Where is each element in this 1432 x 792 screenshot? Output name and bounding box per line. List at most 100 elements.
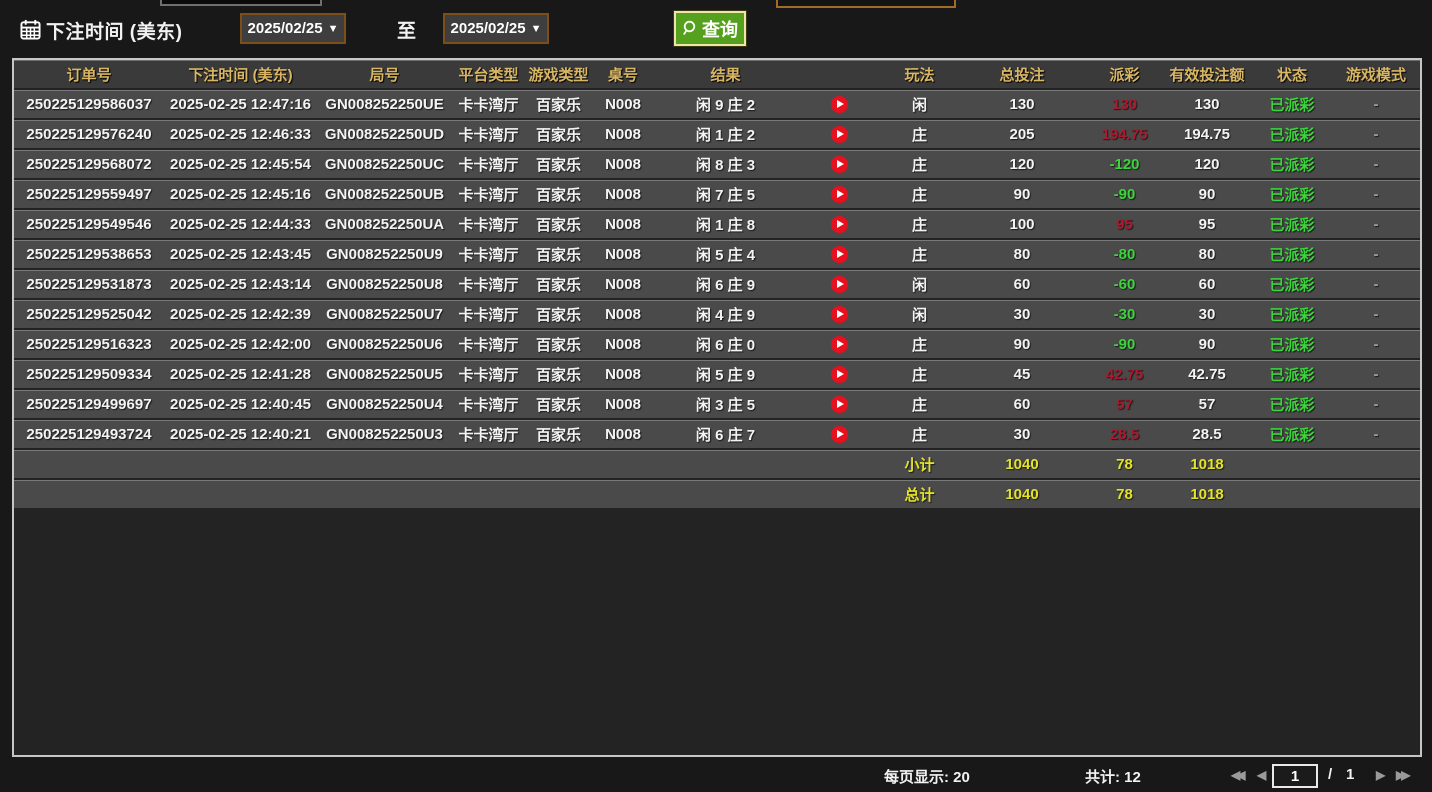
play-triangle xyxy=(837,340,844,348)
cell-bet_time: 2025-02-25 12:46:33 xyxy=(164,120,317,148)
cell-status: 已派彩 xyxy=(1252,300,1332,328)
table-row: 2502251295594972025-02-25 12:45:16GN0082… xyxy=(14,180,1420,208)
cell-replay xyxy=(797,240,882,268)
replay-play-icon[interactable] xyxy=(831,426,848,443)
play-triangle xyxy=(837,160,844,168)
cell-mode: - xyxy=(1332,390,1420,418)
cell-game_type: 百家乐 xyxy=(525,90,592,118)
cell-result: 闲 1 庄 8 xyxy=(654,210,797,238)
play-triangle xyxy=(837,220,844,228)
cell-payout: -60 xyxy=(1087,270,1162,298)
replay-play-icon[interactable] xyxy=(831,306,848,323)
cell-table_no: N008 xyxy=(592,210,654,238)
bet-records-table-container: 订单号下注时间 (美东)局号平台类型游戏类型桌号结果玩法总投注派彩有效投注额状态… xyxy=(12,58,1422,757)
cell-game_type: 百家乐 xyxy=(525,390,592,418)
table-row: 2502251295318732025-02-25 12:43:14GN0082… xyxy=(14,270,1420,298)
cell-platform: 卡卡湾厅 xyxy=(452,120,525,148)
play-triangle xyxy=(837,400,844,408)
cell-bet_time: 2025-02-25 12:45:16 xyxy=(164,180,317,208)
query-button[interactable]: 查询 xyxy=(674,11,746,46)
cell-round_id: GN008252250UB xyxy=(317,180,452,208)
cell-order_id: 250225129568072 xyxy=(14,150,164,178)
cell-payout: -80 xyxy=(1087,240,1162,268)
cell-result: 闲 5 庄 9 xyxy=(654,360,797,388)
cell-payout: -30 xyxy=(1087,300,1162,328)
cell-round_id: GN008252250U8 xyxy=(317,270,452,298)
subtotal-row-payout: 78 xyxy=(1087,450,1162,478)
cell-total_bet: 80 xyxy=(957,240,1087,268)
cell-valid_bet: 90 xyxy=(1162,180,1252,208)
cell-total_bet: 205 xyxy=(957,120,1087,148)
pagination-bar: 每页显示: 20 共计: 12 ◀◀ ◀ / 1 ▶ ▶▶ xyxy=(0,760,1432,792)
table-row: 2502251295495462025-02-25 12:44:33GN0082… xyxy=(14,210,1420,238)
replay-play-icon[interactable] xyxy=(831,246,848,263)
cell-status: 已派彩 xyxy=(1252,270,1332,298)
cell-round_id: GN008252250U6 xyxy=(317,330,452,358)
cell-game_type: 百家乐 xyxy=(525,180,592,208)
previous-page-icon[interactable]: ◀ xyxy=(1257,768,1266,782)
cell-mode: - xyxy=(1332,120,1420,148)
table-row: 2502251294996972025-02-25 12:40:45GN0082… xyxy=(14,390,1420,418)
cell-table_no: N008 xyxy=(592,180,654,208)
cell-status: 已派彩 xyxy=(1252,180,1332,208)
total-row-valid-bet: 1018 xyxy=(1162,480,1252,508)
totals-spacer xyxy=(14,450,882,478)
cell-replay xyxy=(797,90,882,118)
cell-status: 已派彩 xyxy=(1252,330,1332,358)
replay-play-icon[interactable] xyxy=(831,96,848,113)
play-triangle xyxy=(837,280,844,288)
play-triangle xyxy=(837,430,844,438)
date-to-select[interactable]: 2025/02/25 ▼ xyxy=(443,13,549,44)
cell-payout: 95 xyxy=(1087,210,1162,238)
cell-table_no: N008 xyxy=(592,150,654,178)
column-header-payout: 派彩 xyxy=(1087,60,1162,88)
cell-replay xyxy=(797,180,882,208)
first-page-icon[interactable]: ◀◀ xyxy=(1231,768,1241,782)
cell-round_id: GN008252250UA xyxy=(317,210,452,238)
total-count-label: 共计: 12 xyxy=(1085,766,1141,787)
cell-game_type: 百家乐 xyxy=(525,300,592,328)
cell-mode: - xyxy=(1332,270,1420,298)
replay-play-icon[interactable] xyxy=(831,216,848,233)
replay-play-icon[interactable] xyxy=(831,156,848,173)
replay-play-icon[interactable] xyxy=(831,366,848,383)
replay-play-icon[interactable] xyxy=(831,336,848,353)
column-header-total_bet: 总投注 xyxy=(957,60,1087,88)
column-header-bet_time: 下注时间 (美东) xyxy=(164,60,317,88)
cell-payout: 42.75 xyxy=(1087,360,1162,388)
cell-mode: - xyxy=(1332,150,1420,178)
date-from-select[interactable]: 2025/02/25 ▼ xyxy=(240,13,346,44)
cell-round_id: GN008252250UC xyxy=(317,150,452,178)
cell-round_id: GN008252250U5 xyxy=(317,360,452,388)
page-separator: / xyxy=(1328,766,1332,783)
cell-table_no: N008 xyxy=(592,390,654,418)
page-number-input[interactable] xyxy=(1272,764,1318,788)
last-page-icon[interactable]: ▶▶ xyxy=(1396,768,1406,782)
cell-platform: 卡卡湾厅 xyxy=(452,180,525,208)
cell-platform: 卡卡湾厅 xyxy=(452,270,525,298)
cell-order_id: 250225129531873 xyxy=(14,270,164,298)
total-row-total-bet: 1040 xyxy=(957,480,1087,508)
next-page-icon[interactable]: ▶ xyxy=(1376,768,1385,782)
cell-platform: 卡卡湾厅 xyxy=(452,300,525,328)
subtotal-row-total-bet: 1040 xyxy=(957,450,1087,478)
cell-replay xyxy=(797,120,882,148)
cell-valid_bet: 57 xyxy=(1162,390,1252,418)
replay-play-icon[interactable] xyxy=(831,396,848,413)
play-triangle xyxy=(837,310,844,318)
table-body: 2502251295860372025-02-25 12:47:16GN0082… xyxy=(14,90,1420,508)
cell-valid_bet: 60 xyxy=(1162,270,1252,298)
replay-play-icon[interactable] xyxy=(831,126,848,143)
replay-play-icon[interactable] xyxy=(831,276,848,293)
cell-replay xyxy=(797,390,882,418)
cell-replay xyxy=(797,360,882,388)
cell-game_type: 百家乐 xyxy=(525,420,592,448)
cell-replay xyxy=(797,300,882,328)
table-row: 2502251295163232025-02-25 12:42:00GN0082… xyxy=(14,330,1420,358)
cell-status: 已派彩 xyxy=(1252,150,1332,178)
cell-bet_on: 闲 xyxy=(882,300,957,328)
calendar-icon xyxy=(20,19,41,40)
replay-play-icon[interactable] xyxy=(831,186,848,203)
chevron-down-icon: ▼ xyxy=(328,23,339,35)
cell-bet_time: 2025-02-25 12:43:45 xyxy=(164,240,317,268)
